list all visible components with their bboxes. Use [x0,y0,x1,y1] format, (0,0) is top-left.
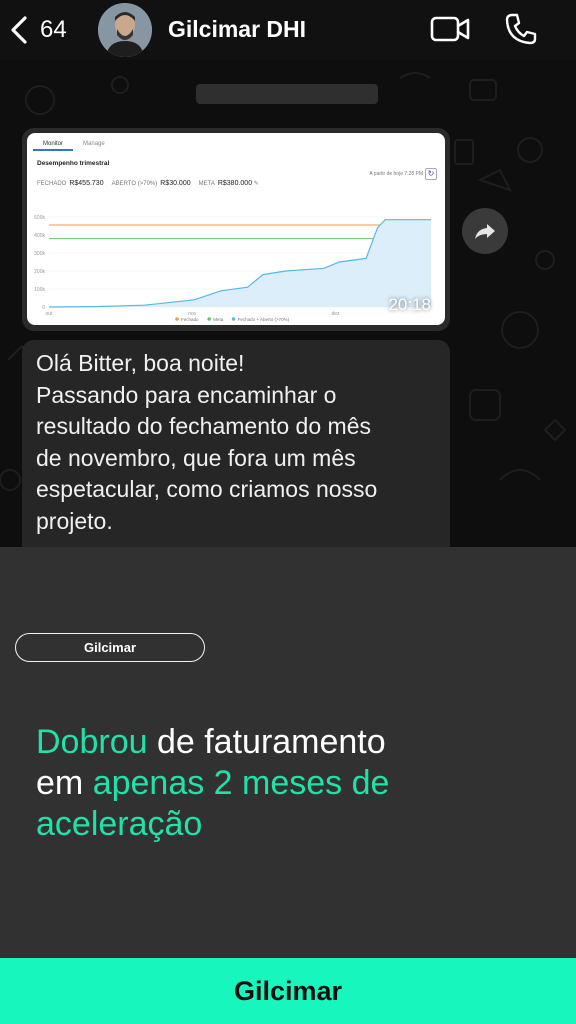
y-tick-label: 100k [34,287,45,293]
voice-call-button[interactable] [504,12,538,46]
shared-screenshot[interactable]: Monitor Manage Desempenho trimestral FEC… [27,133,445,325]
message-line: projeto. [36,507,113,534]
series-area-aberto [49,219,431,307]
y-tick-label: 400k [34,233,45,239]
video-camera-icon [430,16,470,42]
video-call-button[interactable] [430,12,470,46]
back-button[interactable]: 64 [8,12,78,48]
y-tick-label: 500k [34,215,45,221]
chat-header: 64 Gilcimar DHI [0,0,576,60]
tab-monitor: Monitor [33,139,74,151]
screenshot-tabs: Monitor Manage [33,139,115,151]
x-tick-label: out [46,311,54,317]
kpi-meta: META R$380.000 ✎ [198,180,259,187]
kpi-fechado: FECHADO R$455.730 [37,180,104,187]
kpi-row: FECHADO R$455.730 ABERTO (>70%) R$30.000 M… [37,180,259,187]
forward-arrow-icon [475,224,495,239]
avatar[interactable] [98,3,152,57]
message-line: resultado do fechamento do mês [36,413,371,439]
legend-marker [175,317,179,321]
testimonial-card: Gilcimar Dobrou de faturamento em apenas… [0,547,576,958]
performance-chart: 500k400k300k200k100k0out nov dezFechado Met… [34,215,431,322]
message-line: espetacular, como criamos nosso [36,476,378,502]
headline: Dobrou de faturamento em apenas 2 meses … [36,722,389,845]
date-separator [196,84,378,104]
message-line: Olá Bitter, boa noite! [36,350,245,376]
bottom-name-bar: Gilcimar [0,958,576,1024]
legend-label: Meta [213,317,224,322]
image-message[interactable]: Monitor Manage Desempenho trimestral FEC… [22,128,450,331]
kpi-aberto: ABERTO (>70%) R$30.000 [111,180,191,187]
legend-label: Fechado + Aberto (>70%) [238,317,290,322]
client-tag: Gilcimar [15,633,205,662]
x-tick-label: dez [331,311,340,317]
tab-manage: Manage [83,141,105,147]
y-tick-label: 200k [34,269,45,275]
chart-title: Desempenho trimestral [37,160,110,167]
legend-marker [231,317,236,321]
headline-highlight: aceleração [36,805,203,843]
text-message[interactable]: Olá Bitter, boa noite! Passando para enc… [22,340,450,547]
contact-name[interactable]: Gilcimar DHI [168,16,306,43]
unread-count: 64 [40,16,67,43]
y-tick-label: 300k [34,251,45,257]
headline-text: de faturamento [147,723,386,761]
legend-label: Fechado [181,317,199,322]
headline-text: em [36,764,93,802]
legend-marker [207,317,211,321]
headline-highlight: apenas 2 meses de [92,764,390,802]
message-time: 20:18 [388,295,431,314]
period-label: A partir de hoje 7:28 PM [369,171,423,177]
phone-icon [505,13,537,45]
message-line: Passando para encaminhar o [36,381,337,408]
headline-highlight: Dobrou [36,723,148,761]
message-line: de novembro, que fora um mês [36,444,356,471]
chat-area[interactable]: Monitor Manage Desempenho trimestral FEC… [0,60,576,547]
forward-button[interactable] [462,208,508,254]
refresh-icon: ↻ [425,168,437,180]
chevron-left-icon [11,16,27,44]
